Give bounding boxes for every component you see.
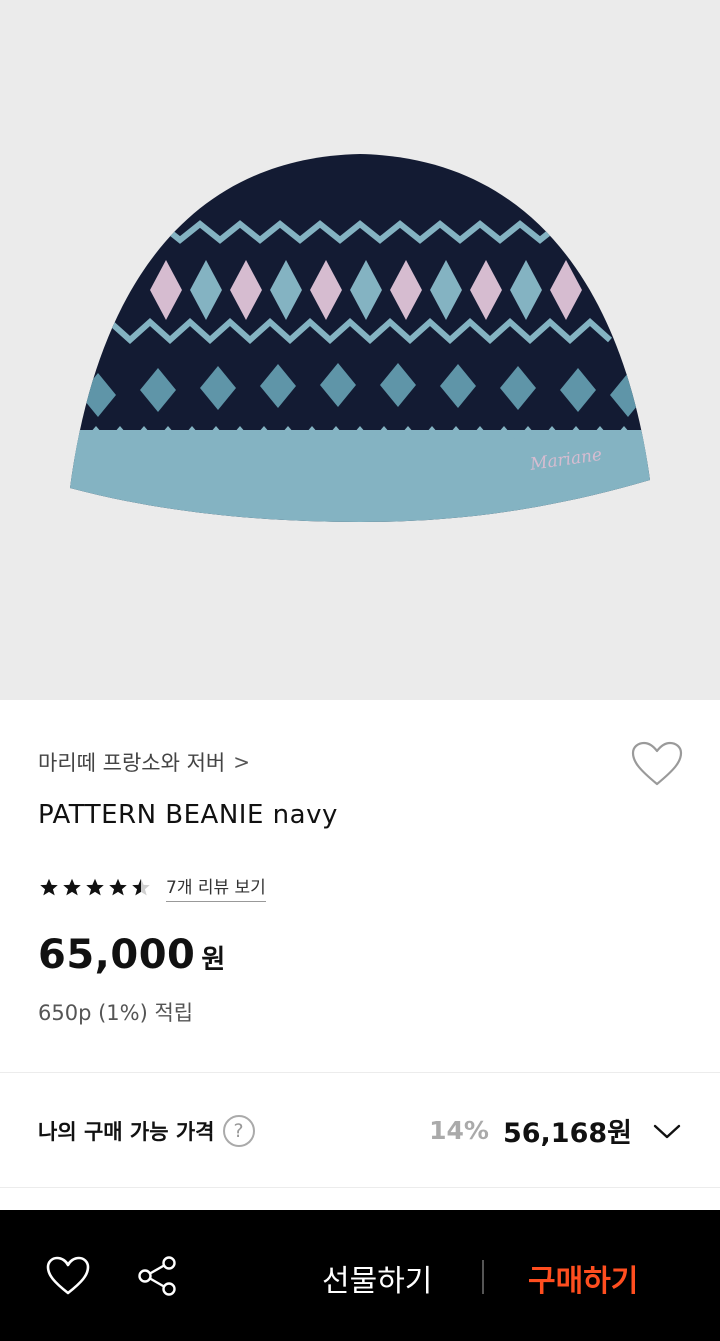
rating-row: 7개 리뷰 보기 bbox=[38, 873, 266, 902]
product-info: 마리떼 프랑소와 저버 > PATTERN BEANIE navy 7개 리뷰 … bbox=[0, 700, 720, 1072]
star-icon bbox=[40, 878, 58, 896]
my-price-values: 14% 56,168원 bbox=[429, 1111, 682, 1150]
price-unit: 원 bbox=[201, 945, 226, 975]
star-icon bbox=[86, 878, 104, 896]
star-icon bbox=[109, 878, 127, 896]
beanie-illustration: Mariane bbox=[70, 154, 650, 522]
star-rating bbox=[38, 877, 152, 898]
share-icon[interactable] bbox=[136, 1254, 180, 1298]
heart-outline-icon[interactable] bbox=[630, 740, 684, 788]
discount-rate: 14% bbox=[429, 1116, 489, 1145]
my-price-label: 나의 구매 가능 가격 bbox=[38, 1120, 215, 1144]
bar-separator bbox=[482, 1260, 484, 1294]
brand-link[interactable]: 마리떼 프랑소와 저버 > bbox=[38, 747, 250, 777]
star-half-icon bbox=[132, 878, 150, 896]
price-value: 65,000 bbox=[38, 932, 196, 978]
divider bbox=[0, 1187, 720, 1188]
my-price-value: 56,168원 bbox=[502, 1118, 632, 1149]
my-price-label-group: 나의 구매 가능 가격 ? bbox=[38, 1115, 255, 1147]
chevron-right-icon: > bbox=[233, 750, 250, 774]
my-price-row[interactable]: 나의 구매 가능 가격 ? 14% 56,168원 bbox=[0, 1073, 720, 1187]
bottom-action-bar: 선물하기 구매하기 bbox=[0, 1210, 720, 1341]
brand-name: 마리떼 프랑소와 저버 bbox=[38, 751, 226, 775]
buy-button[interactable]: 구매하기 bbox=[528, 1256, 638, 1300]
star-icon bbox=[63, 878, 81, 896]
price: 65,000 원 bbox=[38, 932, 225, 978]
product-title: PATTERN BEANIE navy bbox=[38, 800, 338, 830]
chevron-down-icon[interactable] bbox=[652, 1121, 682, 1141]
reward-points: 650p (1%) 적립 bbox=[38, 1001, 194, 1025]
product-image[interactable]: Mariane bbox=[0, 0, 720, 700]
gift-button[interactable]: 선물하기 bbox=[322, 1256, 432, 1300]
help-circle-icon[interactable]: ? bbox=[222, 1115, 255, 1147]
review-link[interactable]: 7개 리뷰 보기 bbox=[166, 873, 266, 902]
heart-outline-icon[interactable] bbox=[46, 1256, 90, 1296]
